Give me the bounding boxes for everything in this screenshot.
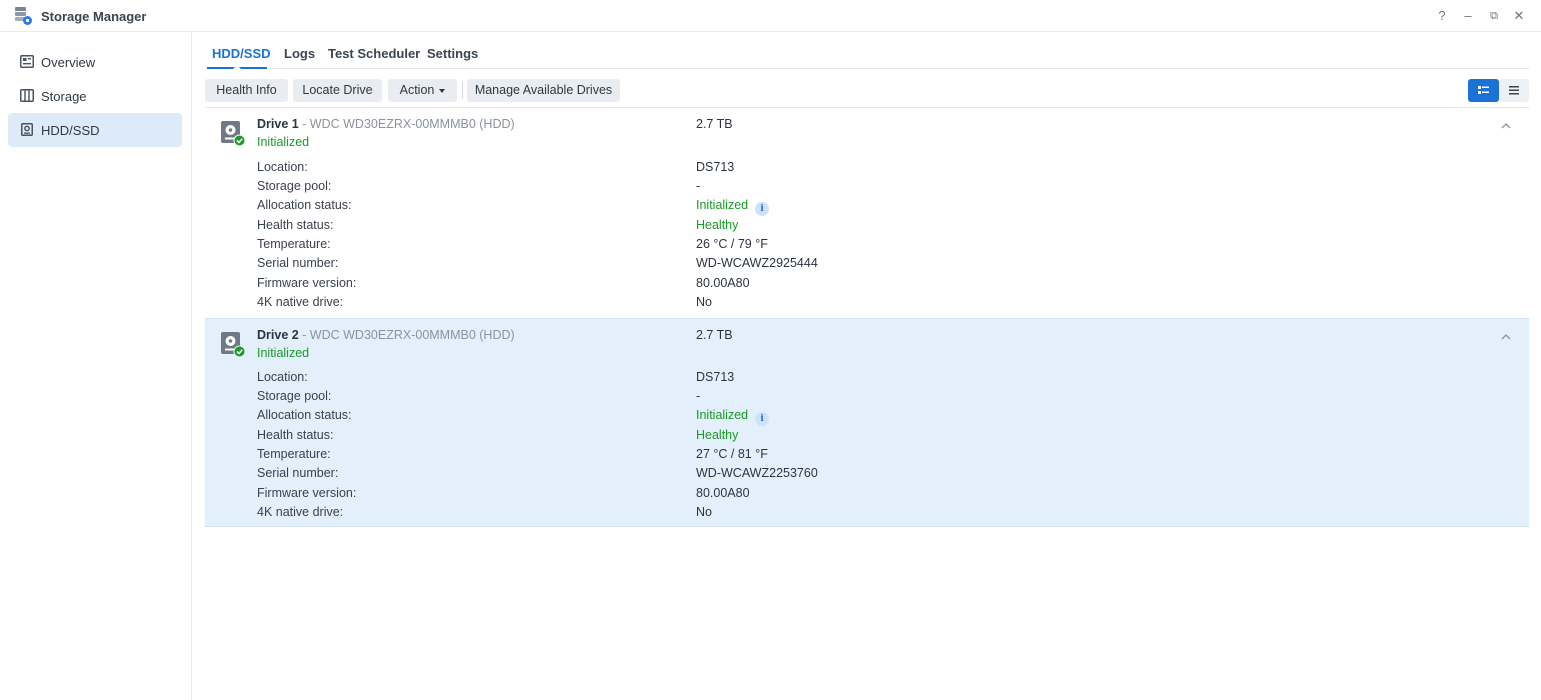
action-button[interactable]: Action (388, 79, 457, 102)
tab-hdd-ssd[interactable]: HDD/SSD (212, 46, 271, 61)
allocation-status-value: Initialized i (696, 408, 770, 426)
health-status-value: Healthy (696, 218, 739, 232)
location-value: DS713 (696, 370, 735, 384)
drive-panel-2[interactable]: Drive 2 - WDC WD30EZRX-00MMMB0 (HDD) Ini… (205, 318, 1529, 527)
help-button[interactable]: ? (1433, 7, 1451, 25)
restore-button[interactable]: ⧉ (1485, 7, 1503, 25)
field-label: Location: (257, 370, 308, 384)
temperature-value: 26 °C / 79 °F (696, 237, 768, 251)
drive-name: Drive 1 (257, 117, 299, 131)
field-label: Storage pool: (257, 179, 332, 193)
window-title: Storage Manager (41, 9, 147, 24)
storage-pool-value: - (696, 389, 701, 403)
caret-down-icon (439, 88, 446, 93)
storage-manager-app-icon (15, 7, 32, 25)
sidebar-item-label: Storage (41, 89, 87, 104)
firmware-version-value: 80.00A80 (696, 486, 750, 500)
chevron-up-icon[interactable] (1501, 122, 1511, 130)
list-view-icon (1509, 86, 1519, 95)
drive-capacity: 2.7 TB (696, 117, 733, 131)
sidebar: Overview Storage HDD/SSD (0, 32, 192, 700)
detail-view-icon (1478, 86, 1489, 94)
hdd-healthy-icon (221, 332, 246, 358)
drive-name: Drive 2 (257, 328, 299, 342)
sidebar-item-label: Overview (41, 55, 96, 70)
chevron-up-icon[interactable] (1501, 333, 1511, 341)
drive-panel-1[interactable]: Drive 1 - WDC WD30EZRX-00MMMB0 (HDD) Ini… (205, 108, 1529, 317)
temperature-value: 27 °C / 81 °F (696, 447, 768, 461)
field-label: Location: (257, 160, 308, 174)
title-bar: Storage Manager ? – ⧉ ✕ (0, 0, 1541, 32)
drive-model: - WDC WD30EZRX-00MMMB0 (HDD) (298, 328, 515, 342)
tab-logs[interactable]: Logs (284, 46, 315, 61)
drive-status: Initialized (257, 135, 310, 149)
toolbar-divider (462, 82, 463, 99)
field-label: 4K native drive: (257, 295, 344, 309)
health-status-value: Healthy (696, 428, 739, 442)
field-label: Temperature: (257, 447, 331, 461)
detail-view-button[interactable] (1468, 79, 1499, 102)
hdd-healthy-icon (221, 121, 246, 147)
sidebar-item-overview[interactable]: Overview (8, 45, 182, 79)
field-label: Serial number: (257, 466, 339, 480)
field-label: Health status: (257, 218, 334, 232)
storage-pool-value: - (696, 179, 701, 193)
field-label: Allocation status: (257, 408, 352, 422)
serial-number-value: WD-WCAWZ2253760 (696, 466, 818, 480)
field-label: Allocation status: (257, 198, 352, 212)
field-label: Storage pool: (257, 389, 332, 403)
storage-icon (20, 89, 34, 102)
list-view-button[interactable] (1499, 79, 1529, 102)
firmware-version-value: 80.00A80 (696, 276, 750, 290)
drive-model: - WDC WD30EZRX-00MMMB0 (HDD) (298, 117, 515, 131)
field-label: Temperature: (257, 237, 331, 251)
sidebar-item-storage[interactable]: Storage (8, 79, 182, 113)
allocation-status-text: Initialized (696, 408, 749, 422)
field-label: Health status: (257, 428, 334, 442)
sidebar-item-label: HDD/SSD (41, 123, 100, 138)
field-label: Serial number: (257, 256, 339, 270)
tab-bar: HDD/SSD Logs Test Scheduler Settings (205, 32, 1529, 69)
health-info-button[interactable]: Health Info (205, 79, 288, 102)
minimize-button[interactable]: – (1459, 7, 1477, 25)
4k-native-value: No (696, 295, 712, 309)
active-tab-indicator (207, 66, 267, 69)
drive-title: Drive 2 - WDC WD30EZRX-00MMMB0 (HDD) (257, 328, 515, 342)
allocation-status-text: Initialized (696, 198, 749, 212)
drive-capacity: 2.7 TB (696, 328, 733, 342)
allocation-status-value: Initialized i (696, 198, 770, 216)
tab-settings[interactable]: Settings (427, 46, 478, 61)
field-label: Firmware version: (257, 276, 357, 290)
hdd-icon (21, 123, 33, 136)
manage-available-drives-button[interactable]: Manage Available Drives (467, 79, 620, 102)
drive-status: Initialized (257, 346, 310, 360)
field-label: Firmware version: (257, 486, 357, 500)
tab-test-scheduler[interactable]: Test Scheduler (328, 46, 420, 61)
info-icon[interactable]: i (755, 202, 770, 216)
serial-number-value: WD-WCAWZ2925444 (696, 256, 818, 270)
locate-drive-button[interactable]: Locate Drive (293, 79, 382, 102)
drive-title: Drive 1 - WDC WD30EZRX-00MMMB0 (HDD) (257, 117, 515, 131)
field-label: 4K native drive: (257, 505, 344, 519)
close-button[interactable]: ✕ (1510, 7, 1528, 25)
overview-icon (20, 55, 34, 68)
location-value: DS713 (696, 160, 735, 174)
4k-native-value: No (696, 505, 712, 519)
action-button-label: Action (399, 83, 435, 97)
sidebar-item-hdd-ssd[interactable]: HDD/SSD (8, 113, 182, 147)
info-icon[interactable]: i (755, 412, 770, 426)
